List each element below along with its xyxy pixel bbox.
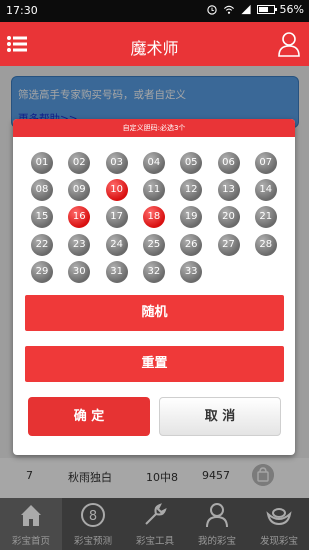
wifi-icon — [223, 5, 234, 14]
number-ball[interactable]: 05 — [180, 152, 203, 174]
tab-label: 彩宝首页 — [11, 536, 50, 547]
number-ball[interactable]: 11 — [142, 179, 165, 202]
tab-home[interactable]: 彩宝首页 — [0, 498, 62, 550]
number-ball[interactable]: 21 — [254, 206, 277, 229]
number-ball[interactable]: 24 — [105, 233, 128, 256]
number-ball[interactable]: 04 — [142, 152, 165, 174]
number-ball[interactable]: 29 — [31, 260, 53, 283]
battery-percent: 56% — [279, 3, 304, 16]
number-ball[interactable]: 02 — [68, 152, 91, 174]
home-icon — [21, 505, 41, 526]
tab-predict[interactable]: 8 彩宝预测 — [62, 498, 124, 550]
number-ball[interactable]: 07 — [254, 152, 277, 174]
page-title: 魔术师 — [130, 39, 179, 58]
number-ball[interactable]: 30 — [68, 260, 91, 283]
user-icon[interactable] — [277, 31, 301, 57]
number-picker-dialog: 自定义胆码:必选3个 01 02 03 04 05 06 07 08 09 10 11 12 13 14 1… — [13, 119, 295, 455]
number-ball[interactable]: 19 — [180, 206, 203, 229]
tab-mine[interactable]: 我的彩宝 — [186, 498, 248, 550]
svg-text:8: 8 — [89, 509, 97, 524]
number-ball[interactable]: 18 — [142, 206, 165, 229]
signal-icon — [240, 4, 251, 15]
number-ball[interactable]: 08 — [31, 179, 53, 202]
number-ball[interactable]: 26 — [180, 233, 203, 256]
number-ball[interactable]: 09 — [68, 179, 91, 202]
tab-label: 发现彩宝 — [259, 536, 298, 547]
number-ball[interactable]: 12 — [180, 179, 203, 202]
alarm-icon — [206, 5, 217, 15]
number-ball[interactable]: 20 — [217, 206, 240, 229]
number-ball[interactable]: 06 — [217, 152, 240, 174]
number-ball[interactable]: 23 — [68, 233, 91, 256]
dialog-title: 自定义胆码:必选3个 — [13, 119, 295, 137]
ingot-icon — [266, 508, 292, 526]
number-ball[interactable]: 28 — [254, 233, 277, 256]
number-ball[interactable]: 32 — [142, 260, 165, 283]
number-ball[interactable]: 13 — [217, 179, 240, 202]
app-header: 魔术师 — [0, 22, 309, 66]
number-ball[interactable]: 27 — [217, 233, 240, 256]
number-ball[interactable]: 22 — [31, 233, 53, 256]
number-ball[interactable]: 03 — [105, 152, 128, 174]
tab-tools[interactable]: 彩宝工具 — [124, 498, 186, 550]
tab-label: 彩宝预测 — [73, 536, 112, 547]
battery-icon — [256, 5, 277, 14]
person-icon — [206, 503, 228, 528]
confirm-button[interactable]: 确 定 — [28, 397, 150, 436]
number-ball[interactable]: 10 — [105, 179, 128, 202]
tab-discover[interactable]: 发现彩宝 — [248, 498, 310, 550]
status-time: 17:30 — [6, 4, 38, 17]
tab-label: 我的彩宝 — [197, 536, 236, 547]
status-bar: 17:30 56% — [0, 0, 309, 22]
random-button[interactable]: 随机 — [25, 295, 284, 331]
eight-ball-icon: 8 — [81, 503, 105, 527]
number-ball[interactable]: 01 — [31, 152, 53, 174]
cancel-button[interactable]: 取 消 — [159, 397, 281, 436]
number-ball[interactable]: 33 — [180, 260, 203, 283]
number-ball[interactable]: 31 — [105, 260, 128, 283]
tab-label: 彩宝工具 — [135, 536, 174, 547]
number-ball[interactable]: 17 — [105, 206, 128, 229]
number-ball[interactable]: 25 — [142, 233, 165, 256]
reset-button[interactable]: 重置 — [25, 346, 284, 382]
wrench-icon — [145, 503, 167, 525]
number-ball[interactable]: 16 — [68, 206, 91, 229]
number-ball[interactable]: 14 — [254, 179, 277, 202]
bottom-tab-bar: 彩宝首页 8 彩宝预测 彩宝工具 我的彩宝 发现彩宝 — [0, 498, 309, 550]
number-ball[interactable]: 15 — [31, 206, 53, 229]
